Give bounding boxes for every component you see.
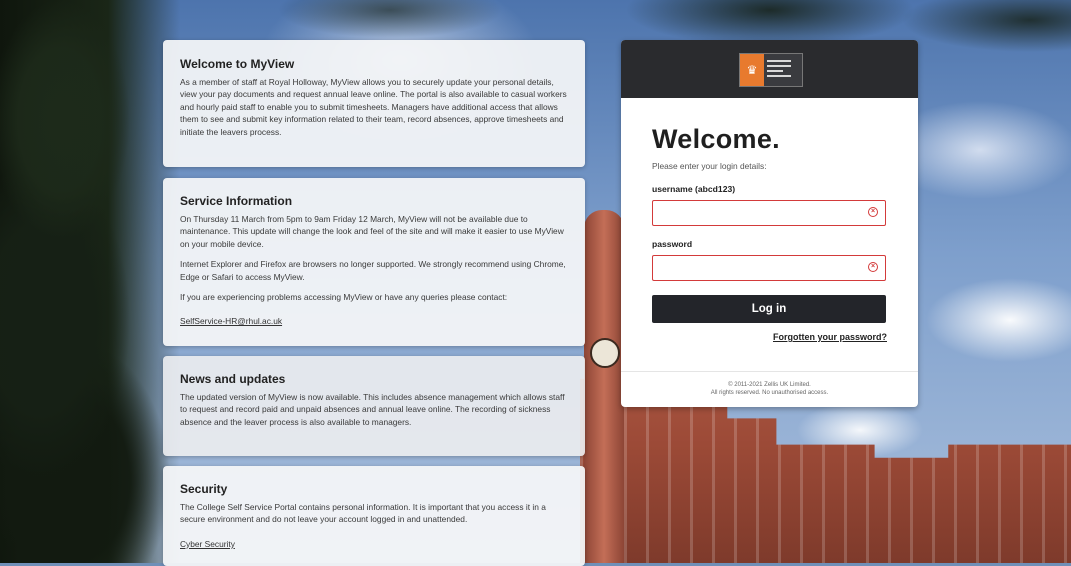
security-card: Security The College Self Service Portal… bbox=[163, 466, 585, 566]
login-instruction: Please enter your login details: bbox=[652, 161, 767, 171]
login-form: Welcome. Please enter your login details… bbox=[621, 124, 918, 342]
forgot-password-link[interactable]: Forgotten your password? bbox=[652, 332, 887, 342]
welcome-card-title: Welcome to MyView bbox=[180, 57, 295, 71]
login-heading: Welcome. bbox=[652, 124, 780, 154]
username-input[interactable] bbox=[653, 201, 865, 225]
login-footer: © 2011-2021 Zellis UK Limited. All right… bbox=[621, 371, 918, 407]
username-error-icon: × bbox=[868, 207, 878, 217]
password-field-wrapper: × bbox=[652, 255, 886, 281]
username-field-wrapper: × bbox=[652, 200, 886, 226]
login-button[interactable]: Log in bbox=[652, 295, 886, 323]
cyber-security-link[interactable]: Cyber Security bbox=[180, 539, 235, 549]
service-info-card: Service Information On Thursday 11 March… bbox=[163, 178, 585, 346]
password-error-icon: × bbox=[868, 262, 878, 272]
service-info-maintenance: On Thursday 11 March from 5pm to 9am Fri… bbox=[180, 214, 564, 249]
service-info-contact: If you are experiencing problems accessi… bbox=[180, 292, 508, 303]
news-card-body: The updated version of MyView is now ava… bbox=[180, 392, 565, 427]
copyright-text: © 2011-2021 Zellis UK Limited. bbox=[728, 382, 811, 388]
service-info-title: Service Information bbox=[180, 194, 293, 208]
rights-text: All rights reserved. No unauthorised acc… bbox=[710, 390, 829, 396]
support-email-link[interactable]: SelfService-HR@rhul.ac.uk bbox=[180, 316, 282, 326]
password-input[interactable] bbox=[653, 256, 865, 280]
logo-wordmark bbox=[764, 54, 802, 86]
password-label: password bbox=[652, 239, 693, 249]
username-label: username (abcd123) bbox=[652, 184, 736, 194]
security-card-body: The College Self Service Portal contains… bbox=[180, 502, 546, 525]
welcome-card: Welcome to MyView As a member of staff a… bbox=[163, 40, 585, 167]
background-trees-left bbox=[0, 0, 180, 563]
university-crest-icon: ♛ bbox=[740, 54, 764, 86]
login-panel: ♛ Welcome. Please enter your login detai… bbox=[621, 40, 918, 407]
welcome-card-body: As a member of staff at Royal Holloway, … bbox=[180, 77, 567, 137]
login-header: ♛ bbox=[621, 40, 918, 98]
news-card: News and updates The updated version of … bbox=[163, 356, 585, 456]
background-clock bbox=[590, 338, 620, 368]
background-tower bbox=[584, 210, 624, 563]
security-card-title: Security bbox=[180, 482, 228, 496]
news-card-title: News and updates bbox=[180, 372, 286, 386]
service-info-browsers: Internet Explorer and Firefox are browse… bbox=[180, 259, 566, 282]
university-logo: ♛ bbox=[739, 53, 803, 87]
